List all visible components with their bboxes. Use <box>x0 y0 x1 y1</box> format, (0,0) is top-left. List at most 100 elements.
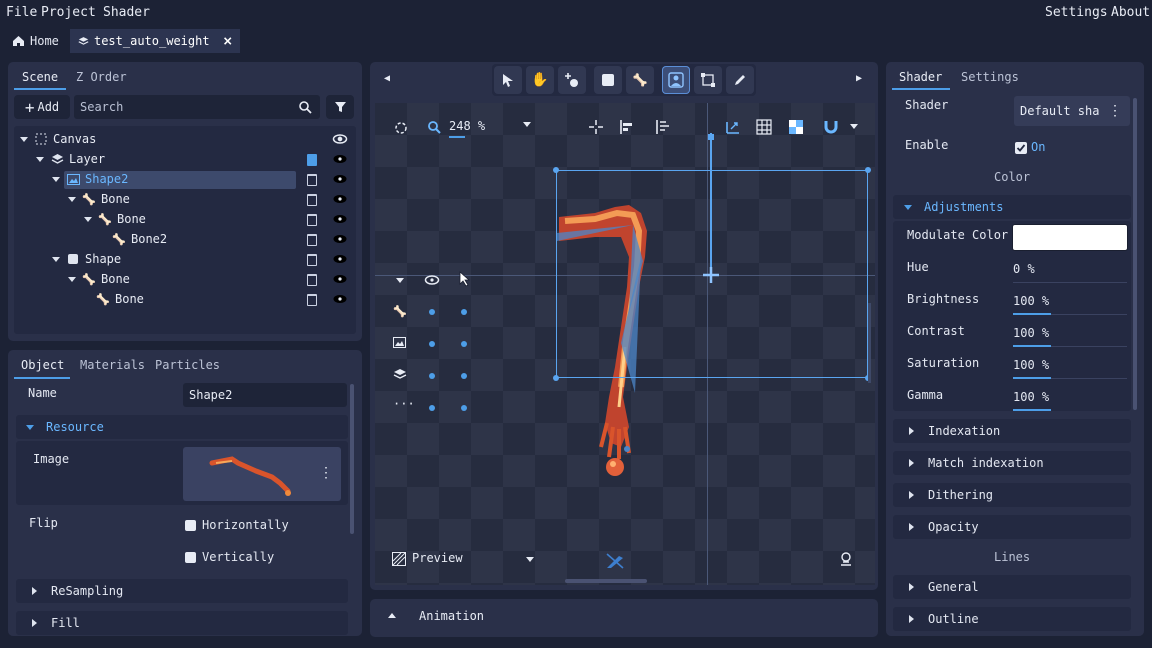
match-indexation-section-header[interactable]: Match indexation <box>893 451 1131 475</box>
tab-shader[interactable]: Shader <box>899 70 942 84</box>
pivot-crosshair-icon[interactable] <box>703 267 719 283</box>
trash-icon[interactable] <box>307 294 317 306</box>
pencil-tool-button[interactable] <box>726 66 754 94</box>
saturation-value[interactable]: 100 % <box>1013 358 1049 372</box>
flip-horizontally-checkbox[interactable]: Horizontally <box>185 518 289 532</box>
shader-select[interactable]: Default sha ⋮ <box>1014 96 1130 126</box>
distribute-icon[interactable] <box>656 120 670 134</box>
magnet-icon[interactable] <box>823 119 839 135</box>
tree-item-canvas[interactable]: Canvas <box>20 129 96 149</box>
eye-icon-column[interactable] <box>332 132 348 308</box>
shader-panel-scrollbar[interactable] <box>1133 98 1137 410</box>
viewport-scrollbar-v[interactable] <box>868 303 871 383</box>
checker-icon[interactable] <box>788 119 804 135</box>
trash-icon[interactable] <box>307 274 317 286</box>
menu-settings[interactable]: Settings <box>1045 5 1108 20</box>
tree-item-layer[interactable]: Layer <box>36 149 105 169</box>
trash-icon[interactable] <box>307 214 317 226</box>
add-button[interactable]: + Add <box>14 95 70 119</box>
selection-handle[interactable] <box>865 167 871 173</box>
flip-vertically-checkbox[interactable]: Vertically <box>185 550 274 564</box>
shape-tool-button[interactable] <box>594 66 622 94</box>
modulate-color-swatch[interactable] <box>1013 225 1127 250</box>
preview-dropdown-icon[interactable] <box>526 557 534 562</box>
image-preview[interactable]: ⋮ <box>183 447 341 501</box>
tree-item-bone2[interactable]: 🦴 Bone2 <box>112 229 167 249</box>
more-options-icon[interactable]: ⋮ <box>1108 103 1122 119</box>
tab-scene[interactable]: Scene <box>22 70 58 84</box>
adjustments-section-header[interactable]: Adjustments <box>893 195 1131 219</box>
trash-icon[interactable] <box>307 254 317 266</box>
hue-value[interactable]: 0 % <box>1013 262 1035 276</box>
grid-icon[interactable] <box>756 119 772 135</box>
trash-icon[interactable] <box>307 194 317 206</box>
weight-dot[interactable] <box>429 405 435 411</box>
align-left-icon[interactable] <box>620 120 634 134</box>
selection-handle[interactable] <box>553 167 559 173</box>
pan-tool-button[interactable]: ✋ <box>526 66 554 94</box>
fill-section-header[interactable]: Fill <box>16 611 348 635</box>
name-field[interactable]: Shape2 <box>183 383 347 407</box>
weight-tool-button[interactable] <box>662 66 690 94</box>
tab-object[interactable]: Object <box>21 358 64 372</box>
general-section-header[interactable]: General <box>893 575 1131 599</box>
scroll-left-icon[interactable]: ◀ <box>384 73 390 84</box>
transform-tool-button[interactable] <box>694 66 722 94</box>
snap-center-icon[interactable] <box>589 120 603 134</box>
trash-icon[interactable] <box>307 174 317 186</box>
contrast-value[interactable]: 100 % <box>1013 326 1049 340</box>
trash-icon[interactable] <box>307 234 317 246</box>
more-icon[interactable]: ··· <box>393 397 415 411</box>
preview-label[interactable]: Preview <box>412 551 463 565</box>
weight-dot[interactable] <box>461 341 467 347</box>
search-input[interactable]: Search <box>74 95 320 119</box>
select-tool-button[interactable] <box>494 66 522 94</box>
gamma-value[interactable]: 100 % <box>1013 390 1049 404</box>
magnet-dropdown-icon[interactable] <box>850 124 858 129</box>
expand-up-icon[interactable] <box>388 613 396 618</box>
center-view-icon[interactable] <box>394 121 408 135</box>
tab-materials[interactable]: Materials <box>80 358 145 372</box>
rulers-icon[interactable] <box>725 119 741 135</box>
tab-z-order[interactable]: Z Order <box>76 70 127 84</box>
weight-dot[interactable] <box>461 405 467 411</box>
tree-item-shape2[interactable]: Shape2 <box>52 169 128 189</box>
tree-item-shape[interactable]: Shape <box>52 249 121 269</box>
opacity-section-header[interactable]: Opacity <box>893 515 1131 539</box>
weight-dot[interactable] <box>429 341 435 347</box>
resampling-section-header[interactable]: ReSampling <box>16 579 348 603</box>
more-options-icon[interactable]: ⋮ <box>319 465 333 481</box>
viewport-scrollbar-h[interactable] <box>565 579 647 583</box>
hue-slider-track[interactable] <box>1013 282 1127 283</box>
rotation-handle[interactable] <box>708 134 714 140</box>
tree-item-bone[interactable]: 🦴 Bone <box>68 269 130 289</box>
close-icon[interactable] <box>223 35 232 47</box>
weight-dot[interactable] <box>461 373 467 379</box>
eye-icon[interactable] <box>424 274 440 286</box>
tab-home[interactable]: Home <box>4 29 67 53</box>
scroll-right-icon[interactable]: ▶ <box>856 73 862 84</box>
enable-checkbox[interactable]: On <box>1015 140 1045 154</box>
brightness-value[interactable]: 100 % <box>1013 294 1049 308</box>
resource-section-header[interactable]: Resource <box>16 415 348 439</box>
tab-file[interactable]: test_auto_weight <box>70 29 240 53</box>
bone-tool-button[interactable]: 🦴 <box>626 66 654 94</box>
menu-about[interactable]: About <box>1111 5 1150 20</box>
object-panel-scrollbar[interactable] <box>350 384 354 534</box>
weight-dot[interactable] <box>461 309 467 315</box>
canvas-viewport[interactable]: 248 % 🦴 ··· Preview <box>375 103 875 585</box>
trash-icon[interactable] <box>307 154 317 166</box>
weight-dot[interactable] <box>429 309 435 315</box>
add-point-tool-button[interactable] <box>558 66 586 94</box>
onion-skin-icon[interactable] <box>839 552 853 566</box>
outline-section-header[interactable]: Outline <box>893 607 1131 631</box>
indexation-section-header[interactable]: Indexation <box>893 419 1131 443</box>
zoom-value[interactable]: 248 % <box>449 119 485 133</box>
menu-shader[interactable]: Shader <box>103 5 150 20</box>
selection-handle[interactable] <box>553 375 559 381</box>
tree-item-bone[interactable]: 🦴 Bone <box>84 209 146 229</box>
menu-file[interactable]: File <box>6 5 37 20</box>
weight-dot[interactable] <box>429 373 435 379</box>
menu-project[interactable]: Project <box>41 5 96 20</box>
dithering-section-header[interactable]: Dithering <box>893 483 1131 507</box>
